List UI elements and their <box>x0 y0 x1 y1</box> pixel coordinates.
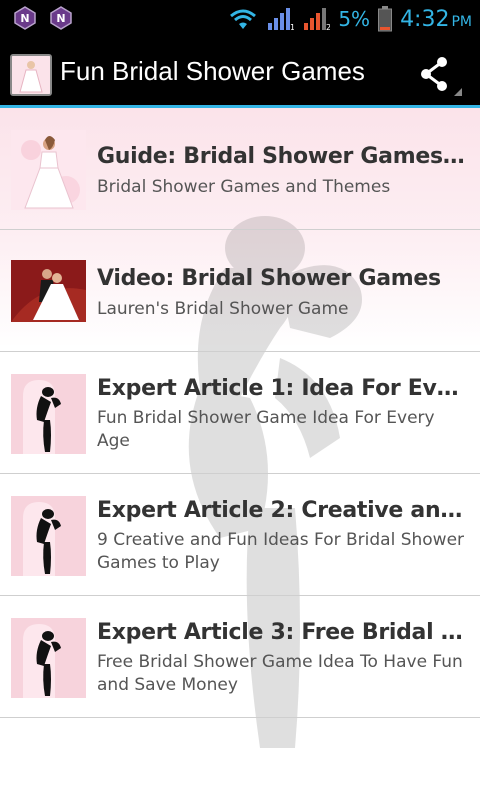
app-icon[interactable] <box>10 54 52 96</box>
list-item[interactable]: Expert Article 3: Free Bridal Shower Gam… <box>0 596 480 718</box>
list-item-title: Expert Article 3: Free Bridal Shower Gam… <box>97 620 469 645</box>
svg-text:N: N <box>56 12 65 25</box>
share-icon <box>421 57 462 96</box>
list-item-title: Expert Article 2: Creative and Fun Ideas <box>97 498 469 523</box>
notification-n-icon: N <box>50 6 72 30</box>
signal-icon-sim2: 2 <box>304 8 330 31</box>
signal-icon-sim1: 1 <box>268 8 294 31</box>
svg-text:N: N <box>20 12 29 25</box>
article-list: Guide: Bridal Shower Games & Themes Brid… <box>0 108 480 718</box>
couple-silhouette-thumbnail <box>11 618 86 698</box>
wedding-couple-thumbnail <box>11 260 86 322</box>
clock: 4:32 PM <box>400 6 472 32</box>
list-item[interactable]: Expert Article 1: Idea For Every Age Fun… <box>0 352 480 474</box>
status-bar: N N 1 2 5% 4:32 PM <box>0 0 480 38</box>
list-item-subtitle: Free Bridal Shower Game Idea To Have Fun… <box>97 652 463 695</box>
list-item[interactable]: Video: Bridal Shower Games Lauren's Brid… <box>0 230 480 352</box>
list-item-title: Video: Bridal Shower Games <box>97 266 441 291</box>
svg-text:1: 1 <box>290 23 294 31</box>
list-item-subtitle: 9 Creative and Fun Ideas For Bridal Show… <box>97 530 465 573</box>
list-item-title: Guide: Bridal Shower Games & Themes <box>97 144 469 169</box>
list-item-subtitle: Fun Bridal Shower Game Idea For Every Ag… <box>97 408 435 451</box>
list-item-subtitle: Bridal Shower Games and Themes <box>97 177 391 197</box>
list-item[interactable]: Guide: Bridal Shower Games & Themes Brid… <box>0 108 480 230</box>
list-item[interactable]: Expert Article 2: Creative and Fun Ideas… <box>0 474 480 596</box>
battery-icon <box>378 6 393 32</box>
list-item-subtitle: Lauren's Bridal Shower Game <box>97 299 349 319</box>
wifi-icon <box>230 9 257 29</box>
action-bar: Fun Bridal Shower Games <box>0 38 480 108</box>
list-item-title: Expert Article 1: Idea For Every Age <box>97 376 469 401</box>
app-title: Fun Bridal Shower Games <box>60 56 365 86</box>
couple-silhouette-thumbnail <box>11 496 86 576</box>
battery-percent: 5% <box>338 7 371 31</box>
content-area: Guide: Bridal Shower Games & Themes Brid… <box>0 108 480 800</box>
notification-n-icon: N <box>14 6 36 30</box>
couple-silhouette-thumbnail <box>11 374 86 454</box>
svg-text:2: 2 <box>326 23 330 31</box>
share-button[interactable] <box>400 50 470 100</box>
bride-dress-thumbnail <box>11 130 86 210</box>
